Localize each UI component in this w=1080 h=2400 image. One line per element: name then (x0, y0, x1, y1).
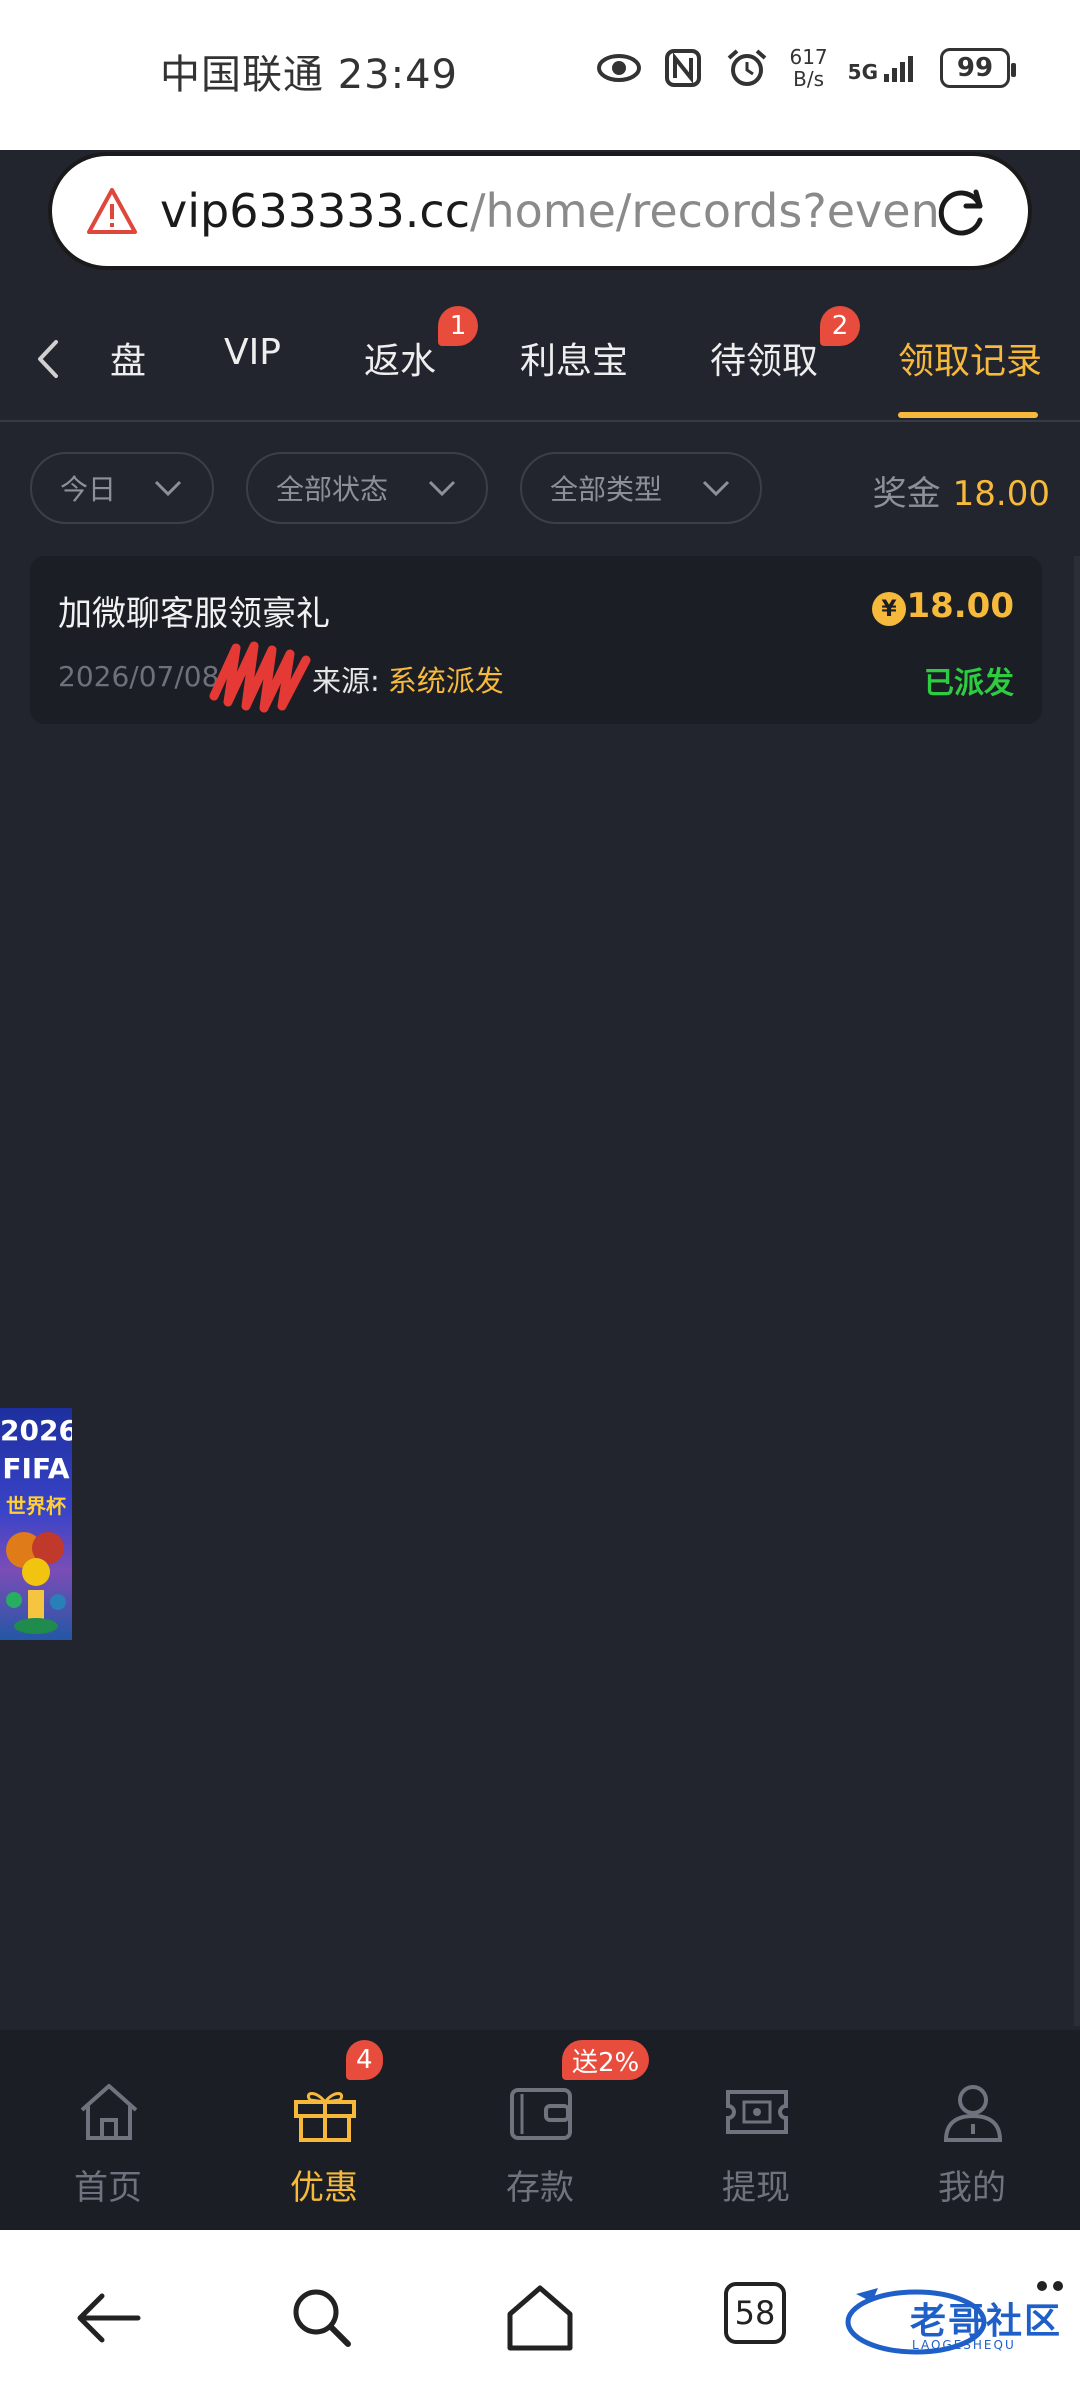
search-icon[interactable] (282, 2278, 362, 2358)
browser-tabs-count[interactable]: 58 (724, 2282, 786, 2344)
mascot-art-icon (6, 1532, 66, 1634)
redaction-scribble (209, 641, 311, 713)
status-icons: 617 B/s 5G 99 (597, 46, 1016, 90)
banner-year: 2026 (0, 1414, 72, 1447)
url-text[interactable]: vip633333.cc/home/records?even (160, 184, 940, 244)
source-label: 来源: (312, 664, 380, 698)
tab-interest[interactable]: 利息宝 (520, 332, 628, 384)
bonus-total: 奖金 18.00 (873, 466, 1050, 515)
eye-icon (597, 54, 642, 82)
carrier-name: 中国联通 (160, 52, 324, 98)
promo-tabs-nav: 盘 VIP 返水 1 利息宝 待领取 2 领取记录 (0, 294, 1080, 422)
reload-icon[interactable] (932, 182, 992, 242)
alarm-icon (728, 49, 767, 86)
pending-badge: 2 (820, 306, 860, 346)
bottom-tab-label: 提现 (722, 2168, 790, 2208)
url-path: /home/records?even (470, 184, 940, 238)
date-filter[interactable]: 今日 (30, 452, 214, 524)
scrollbar-track[interactable] (1074, 556, 1080, 2026)
bottom-tab-promotions[interactable]: 优惠 (254, 2054, 394, 2214)
record-title: 加微聊客服领豪礼 (58, 594, 330, 634)
address-bar[interactable]: vip633333.cc/home/records?even (48, 152, 1032, 270)
banner-subtitle: 世界杯 (6, 1494, 66, 1518)
home-icon[interactable] (500, 2278, 580, 2358)
record-source: 来源: 系统派发 (312, 658, 504, 700)
bottom-tab-withdraw[interactable]: 提现 (686, 2054, 826, 2214)
tab-pending[interactable]: 待领取 (710, 332, 818, 384)
source-value: 系统派发 (387, 664, 504, 698)
carrier-time: 中国联通 23:49 (160, 42, 458, 100)
net-speed: 617 B/s (789, 46, 827, 90)
bottom-tab-label: 我的 (938, 2168, 1006, 2208)
banner-brand: FIFA (2, 1452, 70, 1485)
active-tab-indicator (898, 412, 1038, 418)
home-icon (80, 2084, 138, 2140)
watermark-subtext: LAOGESHEQU (912, 2338, 1016, 2352)
clock: 23:49 (337, 52, 458, 98)
tab-pan[interactable]: 盘 (110, 332, 146, 384)
deposit-badge: 送2% (562, 2040, 650, 2080)
bottom-tab-label: 首页 (74, 2168, 142, 2208)
record-card[interactable]: 加微聊客服领豪礼 2026/07/08 来源: 系统派发 ¥ 18.00 已派发 (30, 556, 1042, 724)
date-filter-label: 今日 (60, 473, 117, 506)
network-type: 5G (847, 60, 878, 84)
net-speed-unit: B/s (793, 67, 824, 91)
chevron-down-icon (154, 480, 182, 497)
type-filter[interactable]: 全部类型 (520, 452, 762, 524)
url-host: vip633333.cc (160, 184, 471, 238)
warning-icon[interactable] (86, 186, 138, 236)
wallet-icon (510, 2088, 572, 2140)
bonus-value: 18.00 (952, 474, 1050, 514)
fifa-floating-banner[interactable]: 2026 FIFA 世界杯 (0, 1408, 72, 1640)
record-date: 2026/07/08 (58, 660, 220, 693)
rebate-badge: 1 (438, 306, 478, 346)
back-arrow-icon[interactable] (28, 334, 68, 384)
battery-indicator: 99 (940, 48, 1016, 88)
type-filter-label: 全部类型 (550, 473, 663, 506)
record-status: 已派发 (924, 666, 1014, 701)
record-amount: 18.00 (906, 586, 1014, 626)
system-nav-bar: 58 老哥社区 LAOGESHEQU (0, 2230, 1080, 2400)
chevron-down-icon (702, 480, 730, 497)
nfc-icon (665, 49, 702, 87)
tab-rebate[interactable]: 返水 (364, 332, 436, 384)
promotions-badge: 4 (346, 2040, 383, 2080)
bottom-tab-label: 存款 (506, 2168, 574, 2208)
bottom-tab-profile[interactable]: 我的 (902, 2054, 1042, 2214)
tab-vip[interactable]: VIP (224, 332, 281, 373)
bottom-tab-label: 优惠 (290, 2168, 358, 2208)
net-speed-value: 617 (789, 45, 828, 69)
bottom-tab-bar: 首页 优惠 4 存款 送2% 提现 我的 (0, 2030, 1080, 2230)
bonus-label: 奖金 (872, 474, 941, 514)
user-icon (943, 2085, 1003, 2142)
status-bar: 中国联通 23:49 617 B/s 5G 99 (0, 0, 1080, 150)
tab-claim-records[interactable]: 领取记录 (898, 332, 1042, 384)
gift-icon (294, 2092, 356, 2142)
status-filter[interactable]: 全部状态 (246, 452, 488, 524)
status-filter-label: 全部状态 (276, 473, 389, 506)
chevron-down-icon (428, 480, 456, 497)
cash-icon (726, 2090, 788, 2134)
signal-indicator: 5G (848, 52, 920, 84)
watermark-text: 老哥社区 (910, 2301, 1063, 2342)
bottom-tab-home[interactable]: 首页 (38, 2054, 178, 2214)
yuan-coin-icon: ¥ (872, 592, 906, 626)
back-arrow-icon[interactable] (68, 2278, 148, 2358)
signal-bars-icon (884, 56, 913, 82)
